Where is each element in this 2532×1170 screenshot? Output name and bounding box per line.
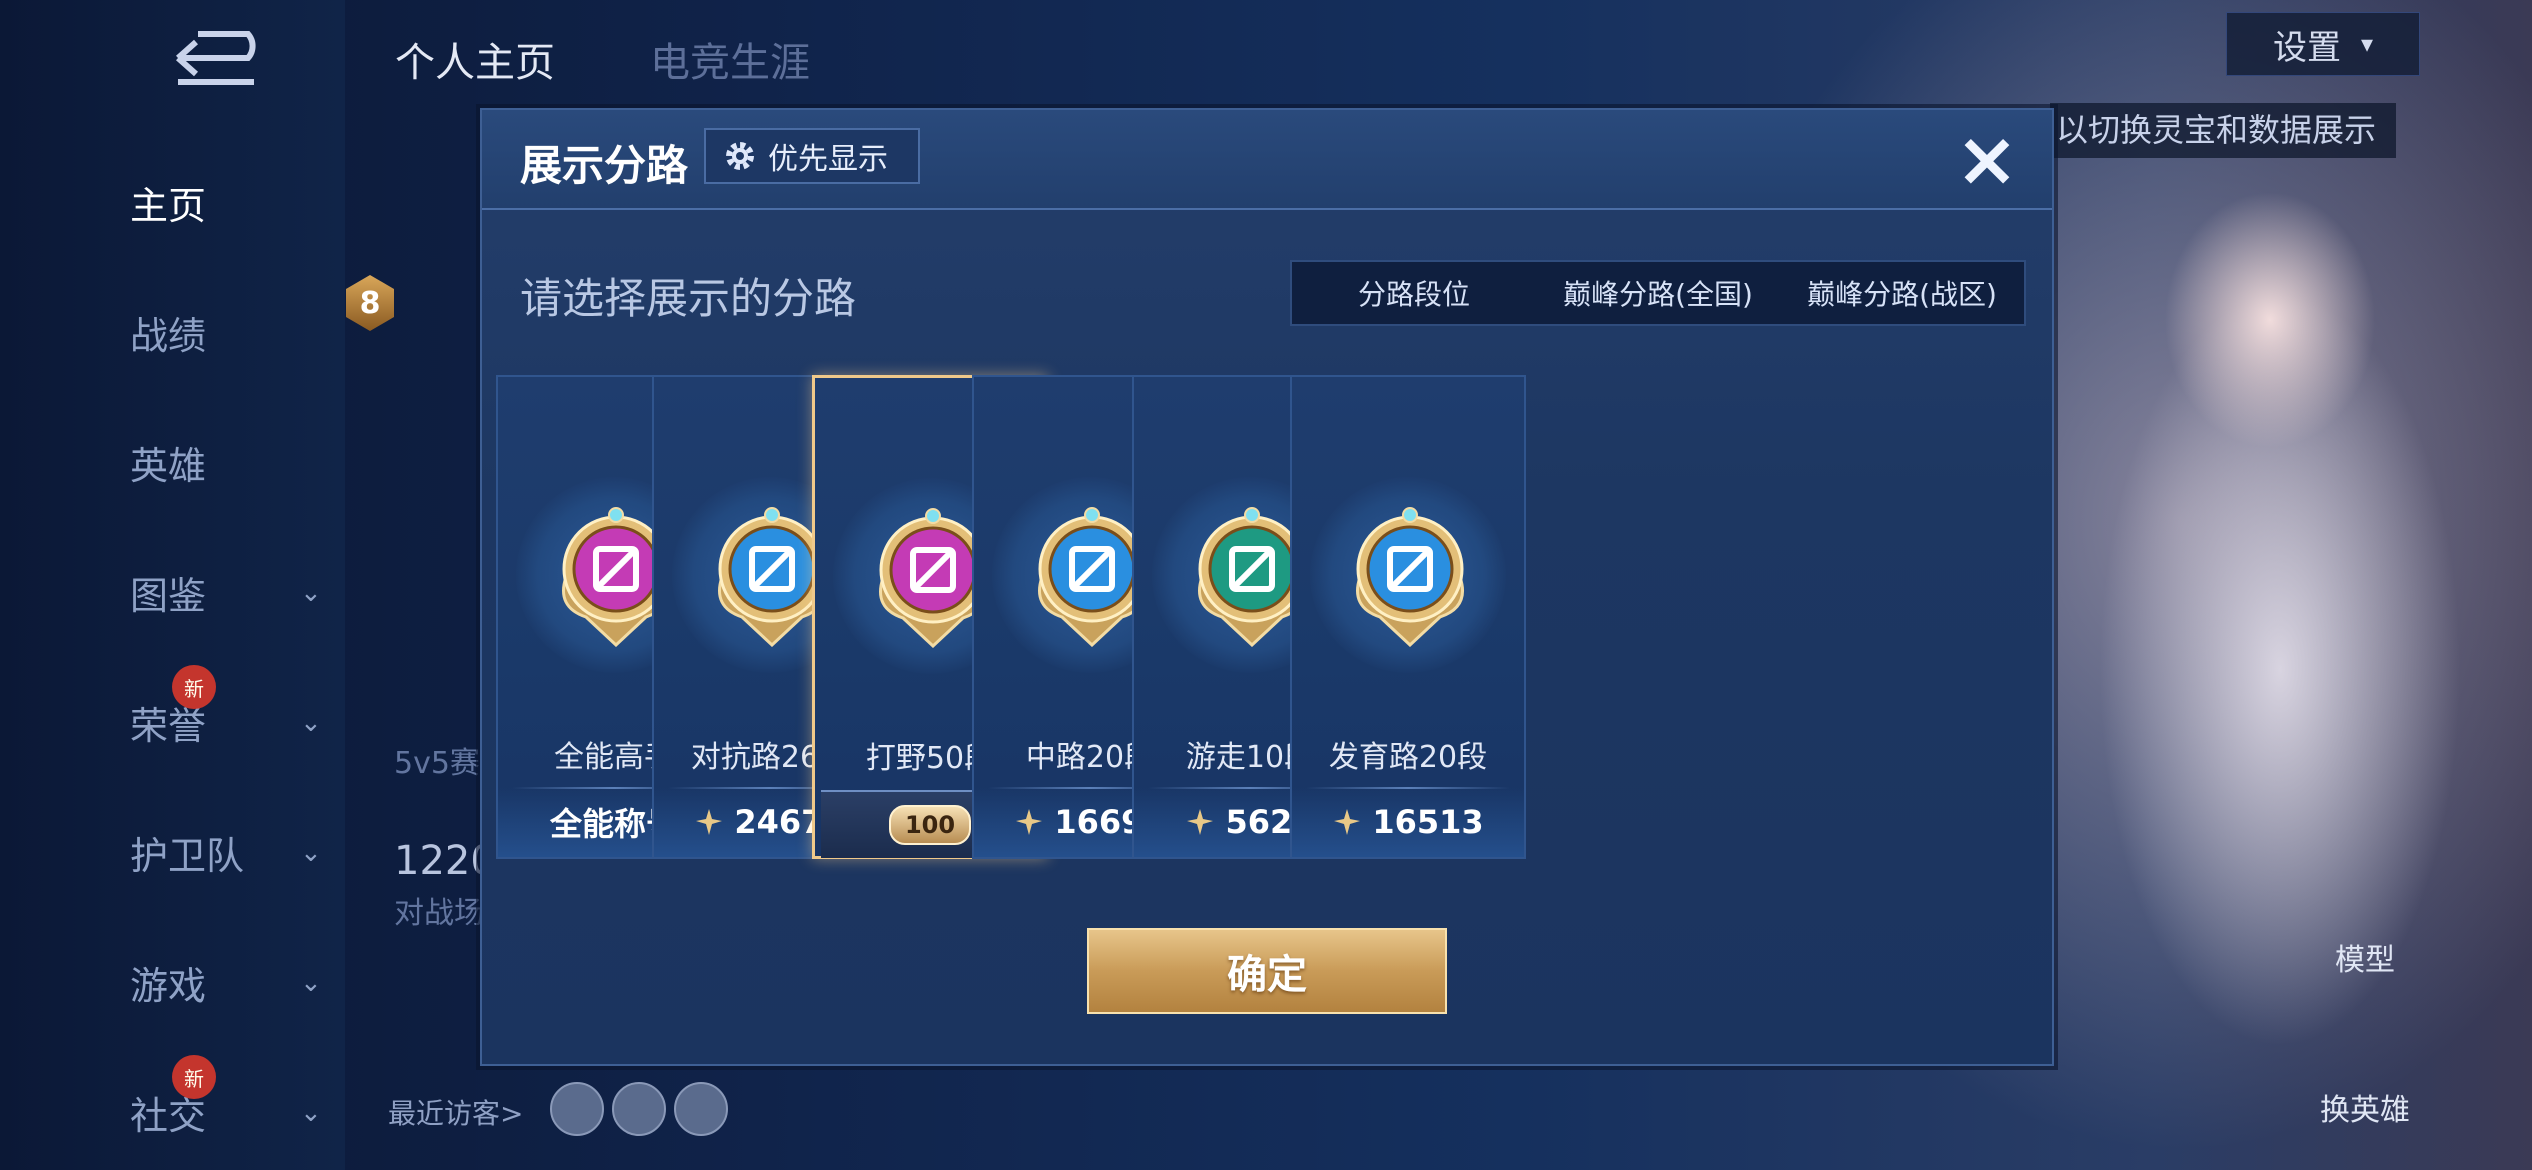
hint-text: 以切换灵宝和数据展示 bbox=[2050, 103, 2396, 158]
sidebar-item[interactable]: 战绩 bbox=[130, 305, 330, 360]
sidebar-item-label: 游戏 bbox=[130, 964, 207, 1008]
peak-score-icon bbox=[1187, 809, 1214, 835]
chevron-down-icon: ⌄ bbox=[300, 1097, 322, 1128]
tab-personal-home[interactable]: 个人主页 bbox=[395, 30, 555, 88]
dialog-subtitle: 请选择展示的分路 bbox=[520, 274, 857, 323]
tab-esports-career[interactable]: 电竞生涯 bbox=[650, 30, 810, 88]
tab-peak-lane-national[interactable]: 巅峰分路(全国) bbox=[1536, 262, 1780, 324]
dialog-title: 展示分路 bbox=[520, 141, 689, 190]
lane-card-score: 16513 bbox=[1292, 797, 1524, 847]
sidebar-item[interactable]: 游戏 ⌄ bbox=[130, 955, 330, 1010]
peak-score-icon bbox=[1016, 809, 1043, 835]
visitor-avatar[interactable] bbox=[674, 1082, 728, 1136]
new-badge: 新 bbox=[172, 665, 216, 709]
priority-display-label: 优先显示 bbox=[768, 142, 888, 177]
sidebar-item-label: 主页 bbox=[130, 184, 207, 228]
back-arrow-icon[interactable] bbox=[158, 28, 268, 88]
sidebar-item[interactable]: 荣誉 ⌄ bbox=[130, 695, 330, 750]
sidebar-item-label: 护卫队 bbox=[130, 834, 245, 878]
sidebar-item-label: 图鉴 bbox=[130, 574, 207, 618]
settings-button[interactable]: 设置 ▾ bbox=[2226, 12, 2420, 76]
chevron-down-icon: ⌄ bbox=[300, 837, 322, 868]
confirm-button[interactable]: 确定 bbox=[1087, 928, 1447, 1014]
rank-number: 100 bbox=[888, 805, 972, 845]
dialog-header: 展示分路 优先显示 × bbox=[482, 110, 2052, 210]
tab-lane-rank[interactable]: 分路段位 bbox=[1292, 262, 1536, 324]
lane-card[interactable]: 发育路20段 16513 bbox=[1290, 375, 1526, 859]
lane-type-tabs: 分路段位 巅峰分路(全国) 巅峰分路(战区) bbox=[1290, 260, 2026, 326]
priority-display-button[interactable]: 优先显示 bbox=[704, 128, 920, 184]
gear-icon bbox=[726, 142, 754, 170]
chevron-down-icon: ⌄ bbox=[300, 707, 322, 738]
sidebar-item[interactable]: 社交 ⌄ bbox=[130, 1085, 330, 1140]
settings-label: 设置 bbox=[2272, 27, 2341, 68]
peak-score-icon bbox=[1334, 809, 1361, 835]
close-icon[interactable]: × bbox=[1952, 121, 2022, 197]
left-navigation: 主页 战绩 英雄 图鉴 ⌄ 荣誉 ⌄ 新护卫队 ⌄ 游戏 ⌄ 社交 ⌄ 新 bbox=[0, 0, 345, 1170]
recent-visitors-link[interactable]: 最近访客> bbox=[388, 1092, 523, 1132]
change-hero-button[interactable]: 换英雄 bbox=[2305, 1085, 2425, 1129]
display-lane-dialog: 展示分路 优先显示 × 请选择展示的分路 分路段位 巅峰分路(全国) 巅峰分路(… bbox=[480, 108, 2054, 1066]
sidebar-item-label: 战绩 bbox=[130, 314, 207, 358]
sidebar-item[interactable]: 主页 bbox=[130, 175, 330, 230]
lane-card-label: 发育路20段 bbox=[1328, 740, 1488, 775]
lane-card-score-value: 16513 bbox=[1372, 803, 1484, 841]
chevron-down-icon: ⌄ bbox=[300, 577, 322, 608]
model-button[interactable]: 模型 bbox=[2305, 935, 2425, 979]
peak-score-icon bbox=[696, 809, 723, 835]
mode-text: 5v5赛 bbox=[394, 746, 480, 781]
confirm-label: 确定 bbox=[1227, 952, 1307, 998]
new-badge: 新 bbox=[172, 1055, 216, 1099]
sidebar-item[interactable]: 英雄 bbox=[130, 435, 330, 490]
chevron-down-icon: ▾ bbox=[2360, 30, 2374, 58]
chevron-down-icon: ⌄ bbox=[300, 967, 322, 998]
tab-peak-lane-region[interactable]: 巅峰分路(战区) bbox=[1780, 262, 2024, 324]
farm-lane-badge-icon bbox=[1356, 507, 1464, 647]
battle-text: 对战场 bbox=[394, 896, 484, 931]
level-number: 8 bbox=[359, 285, 381, 321]
visitor-avatar[interactable] bbox=[550, 1082, 604, 1136]
visitor-avatar[interactable] bbox=[612, 1082, 666, 1136]
sidebar-item[interactable]: 图鉴 ⌄ bbox=[130, 565, 330, 620]
sidebar-item-label: 英雄 bbox=[130, 444, 207, 488]
hero-illustration bbox=[2080, 150, 2500, 1150]
sidebar-item[interactable]: 护卫队 ⌄ bbox=[130, 825, 330, 880]
